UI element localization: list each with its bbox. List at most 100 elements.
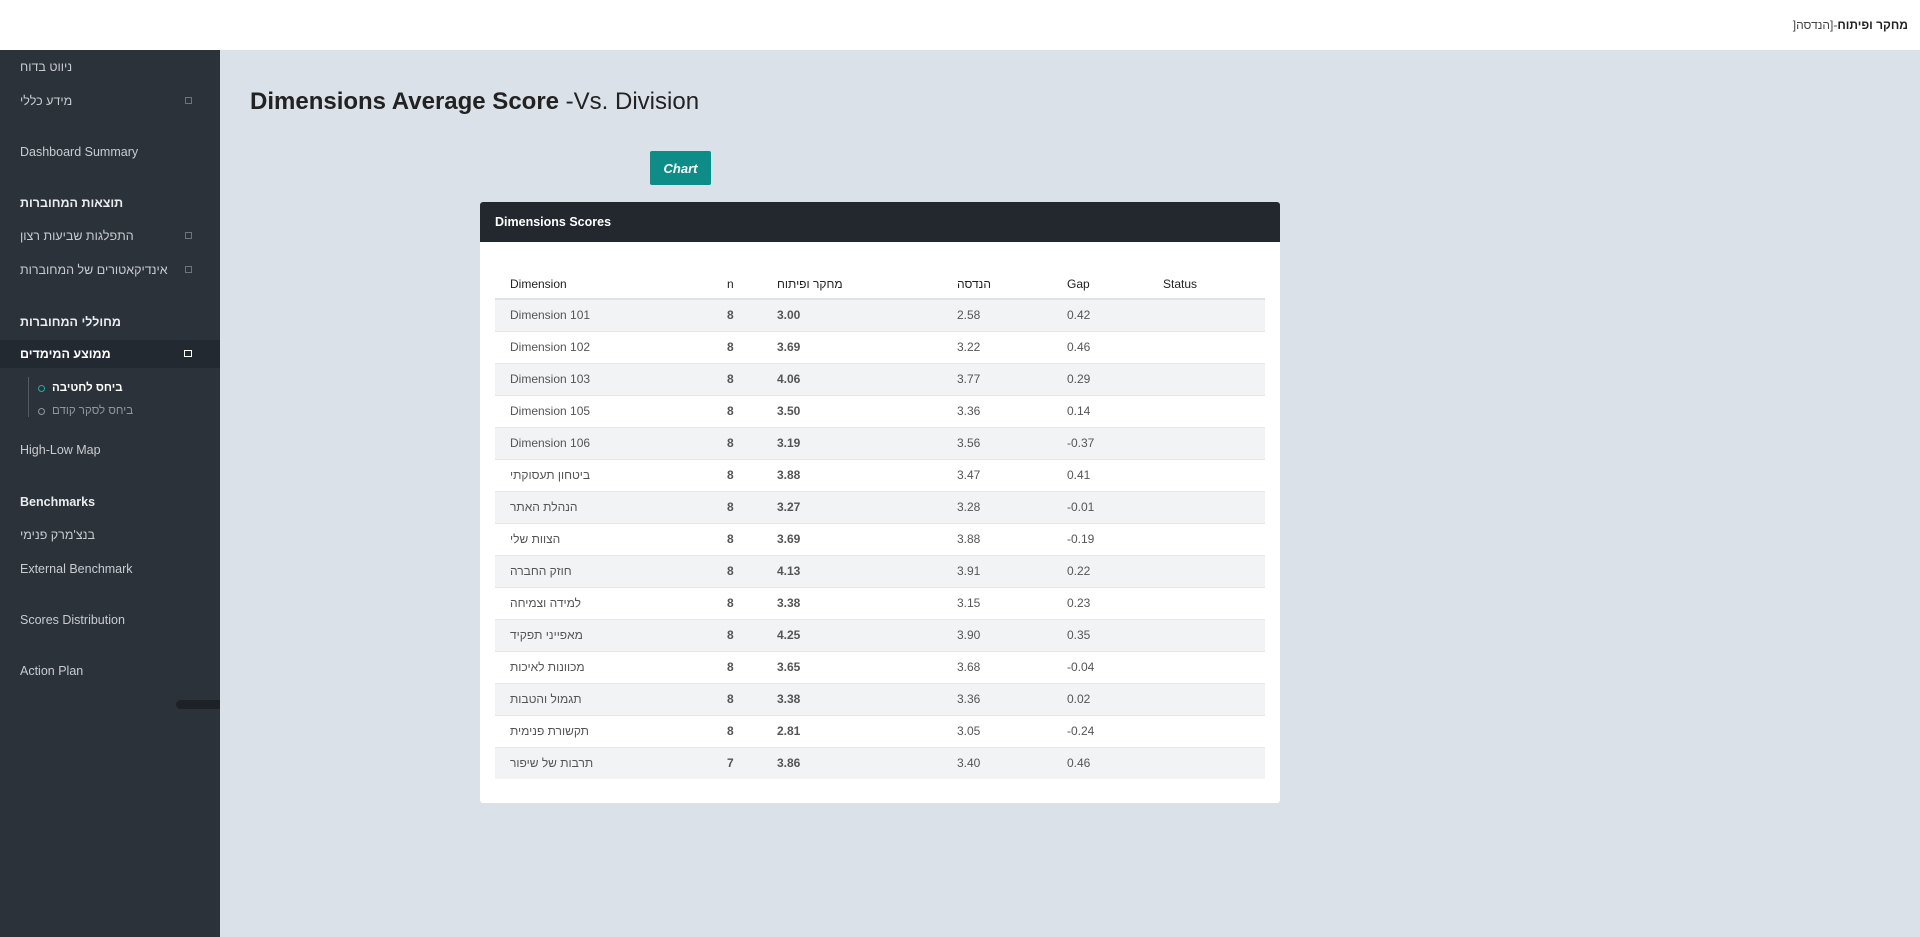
sidebar-item-label: Scores Distribution: [20, 613, 125, 627]
cell-n: 8: [712, 458, 762, 491]
cell-dimension: Dimension 105: [495, 394, 712, 427]
sidebar-item-action-plan[interactable]: Action Plan: [0, 657, 220, 685]
cell-gap: 0.42: [1052, 298, 1148, 331]
cell-compare-score: 3.36: [942, 394, 1052, 427]
table-row: Dimension 101 8 3.00 2.58 0.42: [495, 298, 1265, 331]
sidebar-item-scores-distribution[interactable]: Scores Distribution: [0, 606, 220, 634]
sidebar-item-label: מידע כללי: [20, 94, 73, 108]
sidebar-item-label: External Benchmark: [20, 562, 133, 576]
table-row: תגמול והטבות 8 3.38 3.36 0.02: [495, 682, 1265, 715]
cell-status: [1148, 682, 1265, 715]
top-bar: ] מחקר ופיתוח-[הנדסה: [0, 0, 1920, 50]
cell-dimension: הנהלת האתר: [495, 490, 712, 523]
cell-division-score: 3.69: [762, 330, 942, 363]
cell-dimension: מאפייני תפקיד: [495, 618, 712, 651]
cell-gap: 0.46: [1052, 746, 1148, 779]
cell-dimension: למידה וצמיחה: [495, 586, 712, 619]
table-row: מכוונות לאיכות 8 3.65 3.68 -0.04: [495, 650, 1265, 683]
cell-division-score: 3.65: [762, 650, 942, 683]
table-row: מאפייני תפקיד 8 4.25 3.90 0.35: [495, 618, 1265, 651]
cell-n: 8: [712, 298, 762, 331]
cell-dimension: תקשורת פנימית: [495, 714, 712, 747]
cell-dimension: Dimension 101: [495, 298, 712, 331]
cell-n: 7: [712, 746, 762, 779]
cell-division-score: 3.38: [762, 682, 942, 715]
sidebar-subitem-label: ביחס לסקר קודם: [52, 405, 134, 417]
cell-n: 8: [712, 554, 762, 587]
sidebar-item-engagement-indicators[interactable]: אינדיקאטורים של המחוברות: [0, 256, 220, 284]
cell-n: 8: [712, 618, 762, 651]
cell-status: [1148, 298, 1265, 331]
cell-gap: -0.37: [1052, 426, 1148, 459]
page-title: Dimensions Average Score -Vs. Division: [250, 88, 699, 116]
cell-gap: 0.14: [1052, 394, 1148, 427]
sidebar-item-label: ממוצע המימדים: [20, 347, 111, 361]
context-division: מחקר ופיתוח: [1837, 18, 1908, 32]
expand-square-icon: [185, 266, 192, 273]
sidebar-item-dimensions-average[interactable]: ממוצע המימדים: [0, 340, 220, 368]
cell-status: [1148, 714, 1265, 747]
cell-gap: 0.41: [1052, 458, 1148, 491]
cell-status: [1148, 394, 1265, 427]
chart-button[interactable]: Chart: [650, 151, 711, 185]
table-row: Dimension 103 8 4.06 3.77 0.29: [495, 362, 1265, 395]
column-header-dimension[interactable]: Dimension: [495, 269, 712, 300]
sidebar-item-dashboard-summary[interactable]: Dashboard Summary: [0, 138, 220, 166]
cell-compare-score: 3.47: [942, 458, 1052, 491]
column-header-n[interactable]: n: [712, 269, 762, 300]
cell-n: 8: [712, 714, 762, 747]
cell-dimension: ביטחון תעסוקתי: [495, 458, 712, 491]
table-body: Dimension 101 8 3.00 2.58 0.42 Dimension…: [495, 298, 1265, 779]
cell-compare-score: 3.28: [942, 490, 1052, 523]
sidebar-subitem-vs-previous-survey[interactable]: ביחס לסקר קודם: [38, 405, 133, 417]
cell-dimension: Dimension 103: [495, 362, 712, 395]
table-row: Dimension 106 8 3.19 3.56 -0.37: [495, 426, 1265, 459]
sidebar-item-satisfaction-distribution[interactable]: התפלגות שביעות רצון: [0, 222, 220, 250]
cell-division-score: 4.25: [762, 618, 942, 651]
column-header-status[interactable]: Status: [1148, 269, 1265, 300]
cell-gap: -0.24: [1052, 714, 1148, 747]
sidebar-item-internal-benchmark[interactable]: בנצ'מרק פנימי: [0, 521, 220, 549]
column-header-compare-score[interactable]: הנדסה: [942, 269, 1052, 300]
cell-status: [1148, 650, 1265, 683]
cell-gap: 0.22: [1052, 554, 1148, 587]
table-row: הצוות שלי 8 3.69 3.88 -0.19: [495, 522, 1265, 555]
column-header-division-score[interactable]: מחקר ופיתוח: [762, 269, 942, 300]
expand-square-icon: [185, 232, 192, 239]
cell-gap: 0.23: [1052, 586, 1148, 619]
sidebar-item-high-low-map[interactable]: High-Low Map: [0, 436, 220, 464]
sidebar-subitem-vs-division[interactable]: ביחס לחטיבה: [38, 382, 123, 394]
dimensions-table: Dimension n מחקר ופיתוח הנדסה Gap Status…: [495, 269, 1265, 779]
cell-n: 8: [712, 522, 762, 555]
card-header: Dimensions Scores: [480, 202, 1280, 242]
column-header-gap[interactable]: Gap: [1052, 269, 1148, 300]
table-row: חוזק החברה 8 4.13 3.91 0.22: [495, 554, 1265, 587]
sidebar-subitem-label: ביחס לחטיבה: [52, 382, 123, 394]
sidebar-scroll-handle[interactable]: [176, 700, 220, 709]
card-title: Dimensions Scores: [495, 215, 612, 229]
cell-compare-score: 3.40: [942, 746, 1052, 779]
cell-n: 8: [712, 586, 762, 619]
cell-compare-score: 3.90: [942, 618, 1052, 651]
cell-compare-score: 3.68: [942, 650, 1052, 683]
sidebar-item-general-info[interactable]: מידע כללי: [0, 87, 220, 115]
circle-bullet-icon: [38, 384, 45, 392]
sidebar-item-external-benchmark[interactable]: External Benchmark: [0, 555, 220, 583]
collapse-square-icon: [184, 350, 192, 357]
cell-n: 8: [712, 330, 762, 363]
cell-gap: -0.01: [1052, 490, 1148, 523]
cell-compare-score: 3.22: [942, 330, 1052, 363]
cell-status: [1148, 362, 1265, 395]
cell-division-score: 3.27: [762, 490, 942, 523]
sidebar-item-report-navigation[interactable]: ניווט בדוח: [0, 53, 220, 81]
table-row: הנהלת האתר 8 3.27 3.28 -0.01: [495, 490, 1265, 523]
cell-n: 8: [712, 490, 762, 523]
table-row: Dimension 105 8 3.50 3.36 0.14: [495, 394, 1265, 427]
cell-division-score: 3.50: [762, 394, 942, 427]
table-row: תקשורת פנימית 8 2.81 3.05 -0.24: [495, 714, 1265, 747]
page-title-main: Dimensions Average Score: [250, 88, 560, 115]
cell-compare-score: 3.88: [942, 522, 1052, 555]
circle-bullet-icon: [38, 407, 45, 415]
cell-status: [1148, 522, 1265, 555]
cell-status: [1148, 490, 1265, 523]
